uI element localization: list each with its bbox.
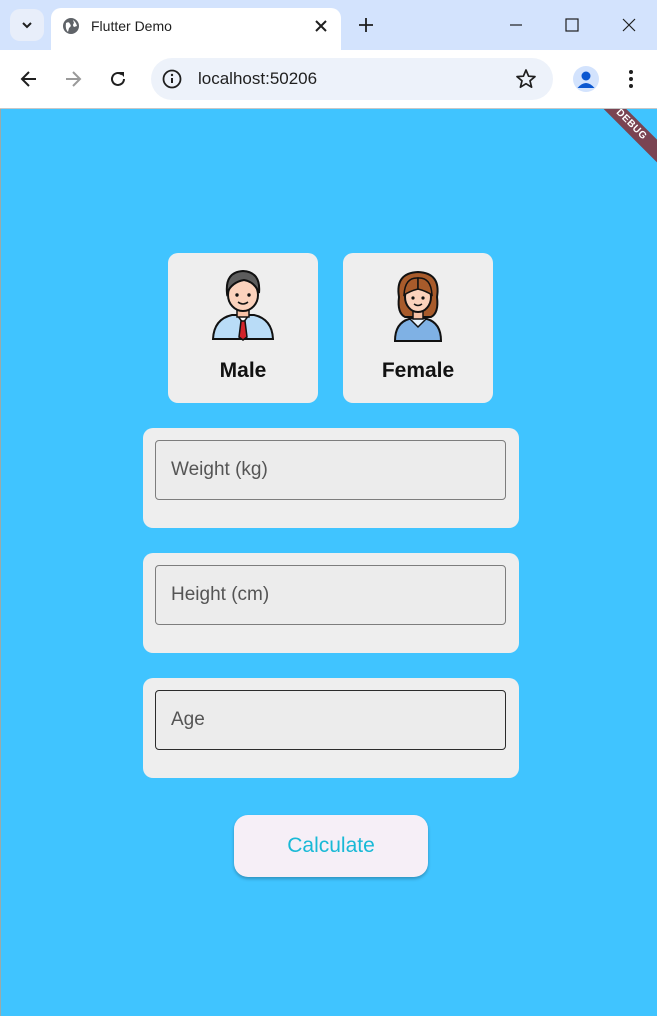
browser-toolbar: localhost:50206: [0, 50, 657, 109]
minimize-button[interactable]: [501, 10, 531, 40]
height-input[interactable]: [155, 565, 506, 625]
height-card: [143, 553, 519, 653]
weight-input[interactable]: [155, 440, 506, 500]
reload-icon: [111, 71, 125, 86]
info-icon[interactable]: [161, 68, 183, 90]
female-avatar-icon: [383, 267, 453, 343]
close-icon: [622, 18, 636, 32]
age-input[interactable]: [155, 690, 506, 750]
star-icon[interactable]: [515, 68, 537, 90]
new-tab-button[interactable]: [354, 13, 378, 37]
forward-button[interactable]: [59, 65, 87, 93]
reload-button[interactable]: [104, 65, 132, 93]
tab-close-button[interactable]: [311, 16, 331, 36]
tab-title: Flutter Demo: [91, 18, 172, 34]
app-viewport: DEBUG Male Female Weight (kg) Height (cm…: [0, 109, 657, 1016]
url-text: localhost:50206: [198, 69, 318, 88]
close-icon: [315, 20, 327, 32]
globe-icon: [63, 18, 79, 34]
male-label: Male: [219, 359, 267, 382]
tab-search-button[interactable]: [10, 9, 44, 41]
profile-avatar-button[interactable]: [573, 66, 599, 92]
female-label: Female: [381, 359, 455, 382]
arrow-right-icon: [66, 71, 82, 87]
debug-banner: DEBUG: [582, 109, 657, 174]
minimize-icon: [510, 24, 522, 26]
arrow-left-icon: [20, 71, 36, 87]
tab-strip: Flutter Demo: [0, 0, 657, 50]
address-bar[interactable]: localhost:50206: [151, 58, 553, 100]
female-card[interactable]: Female: [343, 253, 493, 403]
maximize-icon: [565, 18, 579, 32]
maximize-button[interactable]: [557, 10, 587, 40]
weight-card: [143, 428, 519, 528]
close-window-button[interactable]: [614, 10, 644, 40]
plus-icon: [359, 18, 373, 32]
more-vertical-icon: [629, 70, 633, 88]
person-icon: [577, 71, 595, 88]
male-card[interactable]: Male: [168, 253, 318, 403]
calculate-button[interactable]: Calculate: [234, 815, 428, 877]
back-button[interactable]: [15, 65, 43, 93]
male-avatar-icon: [208, 267, 278, 343]
browser-menu-button[interactable]: [618, 65, 644, 93]
chevron-down-icon: [22, 22, 32, 29]
browser-tab[interactable]: Flutter Demo: [51, 8, 341, 50]
age-card: [143, 678, 519, 778]
